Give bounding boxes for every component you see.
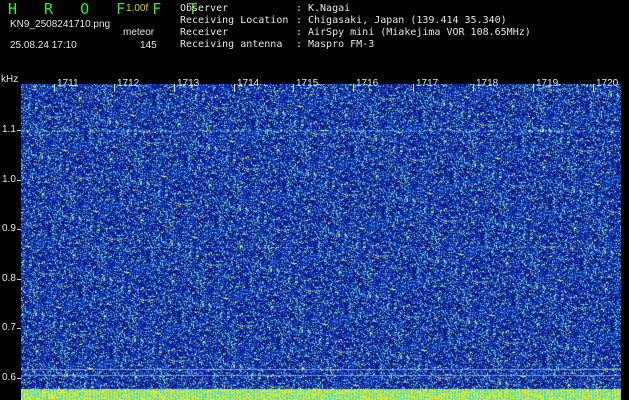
time-tick-label: 1711: [57, 78, 79, 89]
time-tick-label: 1720: [596, 78, 619, 89]
time-tick: [234, 84, 235, 92]
y-tick-label: 0.8: [2, 273, 16, 284]
time-tick: [413, 84, 414, 92]
mode-label: meteor: [123, 27, 155, 38]
separator: :: [296, 15, 303, 26]
receiver-value: AirSpy mini (Miakejima VOR 108.65MHz): [308, 27, 531, 38]
separator: :: [296, 3, 303, 14]
y-tick-label: 0.7: [2, 322, 16, 333]
time-tick: [54, 84, 55, 92]
antenna-label: Receiving antenna: [180, 39, 283, 50]
time-tick-label: 1714: [237, 78, 260, 89]
app-title: H R O F F T: [8, 0, 207, 18]
time-tick: [593, 84, 594, 92]
y-tick-label: 0.9: [2, 223, 16, 234]
time-tick: [174, 84, 175, 92]
time-tick-label: 1715: [296, 78, 319, 89]
y-tick-label: 0.6: [2, 372, 16, 383]
time-tick: [533, 84, 534, 92]
time-tick-label: 1716: [356, 78, 379, 89]
separator: :: [296, 27, 303, 38]
time-tick: [293, 84, 294, 92]
time-tick-label: 1717: [416, 78, 439, 89]
y-axis-unit: kHz: [1, 74, 19, 85]
count-label: 145: [140, 40, 157, 51]
receiver-label: Receiver: [180, 27, 229, 38]
spectrogram-canvas: [21, 84, 621, 400]
y-tick-label: 1.0: [2, 174, 16, 185]
time-tick-label: 1712: [117, 78, 140, 89]
observer-label: Observer: [180, 3, 229, 14]
separator: :: [296, 39, 303, 50]
datetime-label: 25.08.24 17:10: [10, 40, 77, 51]
time-tick-label: 1718: [476, 78, 499, 89]
location-value: Chigasaki, Japan (139.414 35.340): [308, 15, 507, 26]
version-label: 1.00f: [126, 3, 149, 14]
time-tick-label: 1713: [177, 78, 200, 89]
filename-label: KN9_2508241710.png: [10, 19, 111, 30]
antenna-value: Maspro FM-3: [308, 39, 375, 50]
spectrogram-plot: [21, 84, 621, 400]
time-tick: [353, 84, 354, 92]
observer-value: K.Nagai: [308, 3, 351, 14]
y-tick-label: 1.1: [2, 124, 16, 135]
time-tick: [473, 84, 474, 92]
location-label: Receiving Location: [180, 15, 289, 26]
time-tick: [114, 84, 115, 92]
time-tick-label: 1719: [536, 78, 559, 89]
